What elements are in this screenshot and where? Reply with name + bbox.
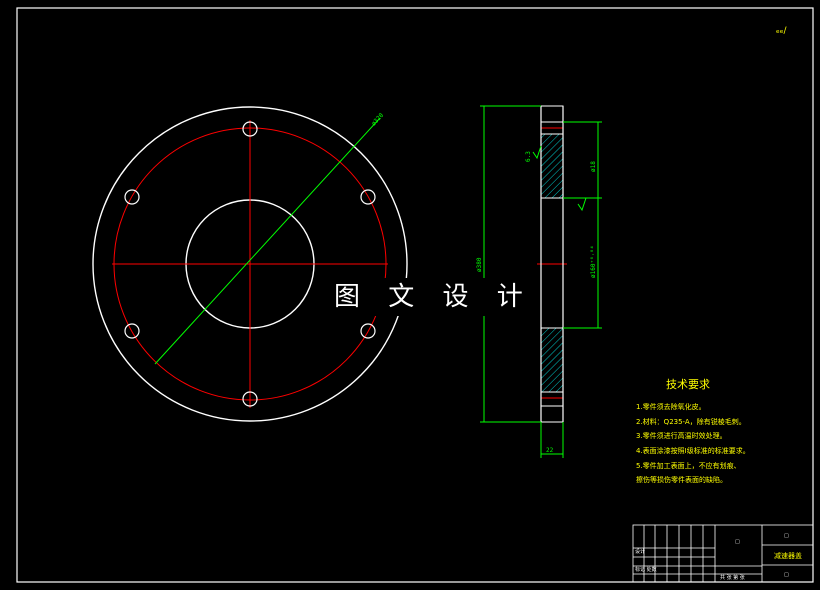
- tech-req-line: 3.零件须进行高温时效处理。: [636, 431, 727, 440]
- section-bottom-hatch: [540, 327, 564, 393]
- tech-req-line: 1.零件须去除氧化皮。: [636, 402, 706, 411]
- diameter-dim-line: [154, 117, 381, 365]
- roughness-left: 6.3: [525, 151, 532, 162]
- title-block-misc: 标记 处数: [635, 566, 657, 573]
- section-top-hatch: [540, 133, 564, 199]
- tech-req-line: 2.材料：Q235-A，除有锐棱毛刺。: [636, 417, 746, 426]
- section-bore: [540, 197, 564, 329]
- title-block-marker: □: [735, 539, 740, 545]
- title-block-drawing-no: □: [784, 533, 789, 539]
- tech-req-heading: 技术要求: [666, 378, 710, 391]
- section-bottom-band: [540, 405, 564, 423]
- technical-requirements: 技术要求 1.零件须去除氧化皮。 2.材料：Q235-A，除有锐棱毛刺。 3.零…: [636, 378, 750, 484]
- hole-offset-dim: [563, 121, 602, 198]
- thickness-text: 22: [546, 447, 554, 454]
- tech-req-line: 擦伤等损伤零件表面的缺陷。: [636, 475, 727, 484]
- hole-offset-text: ø18: [590, 161, 597, 172]
- bore-dim-text: ø160⁺⁰·⁰⁴: [590, 245, 597, 278]
- title-block-designer: 设计: [635, 548, 645, 555]
- front-view: ø320: [92, 106, 408, 422]
- section-top-band: [540, 105, 564, 123]
- tech-req-line: 5.零件加工表面上，不应有划痕、: [636, 461, 741, 470]
- tech-req-line: 4.表面涂漆按照Ⅰ级标准的标准要求。: [636, 446, 750, 455]
- title-block-sheet: 共 张 第 张: [720, 574, 745, 581]
- title-block-part-name: 减速器盖: [774, 551, 802, 560]
- title-block-code: □: [784, 572, 789, 578]
- general-roughness: ₑₑ∕: [776, 26, 788, 36]
- watermark-text: 图 文 设 计: [328, 278, 539, 316]
- diameter-dim-text: ø320: [370, 112, 385, 128]
- overall-height-text: ø380: [476, 257, 483, 272]
